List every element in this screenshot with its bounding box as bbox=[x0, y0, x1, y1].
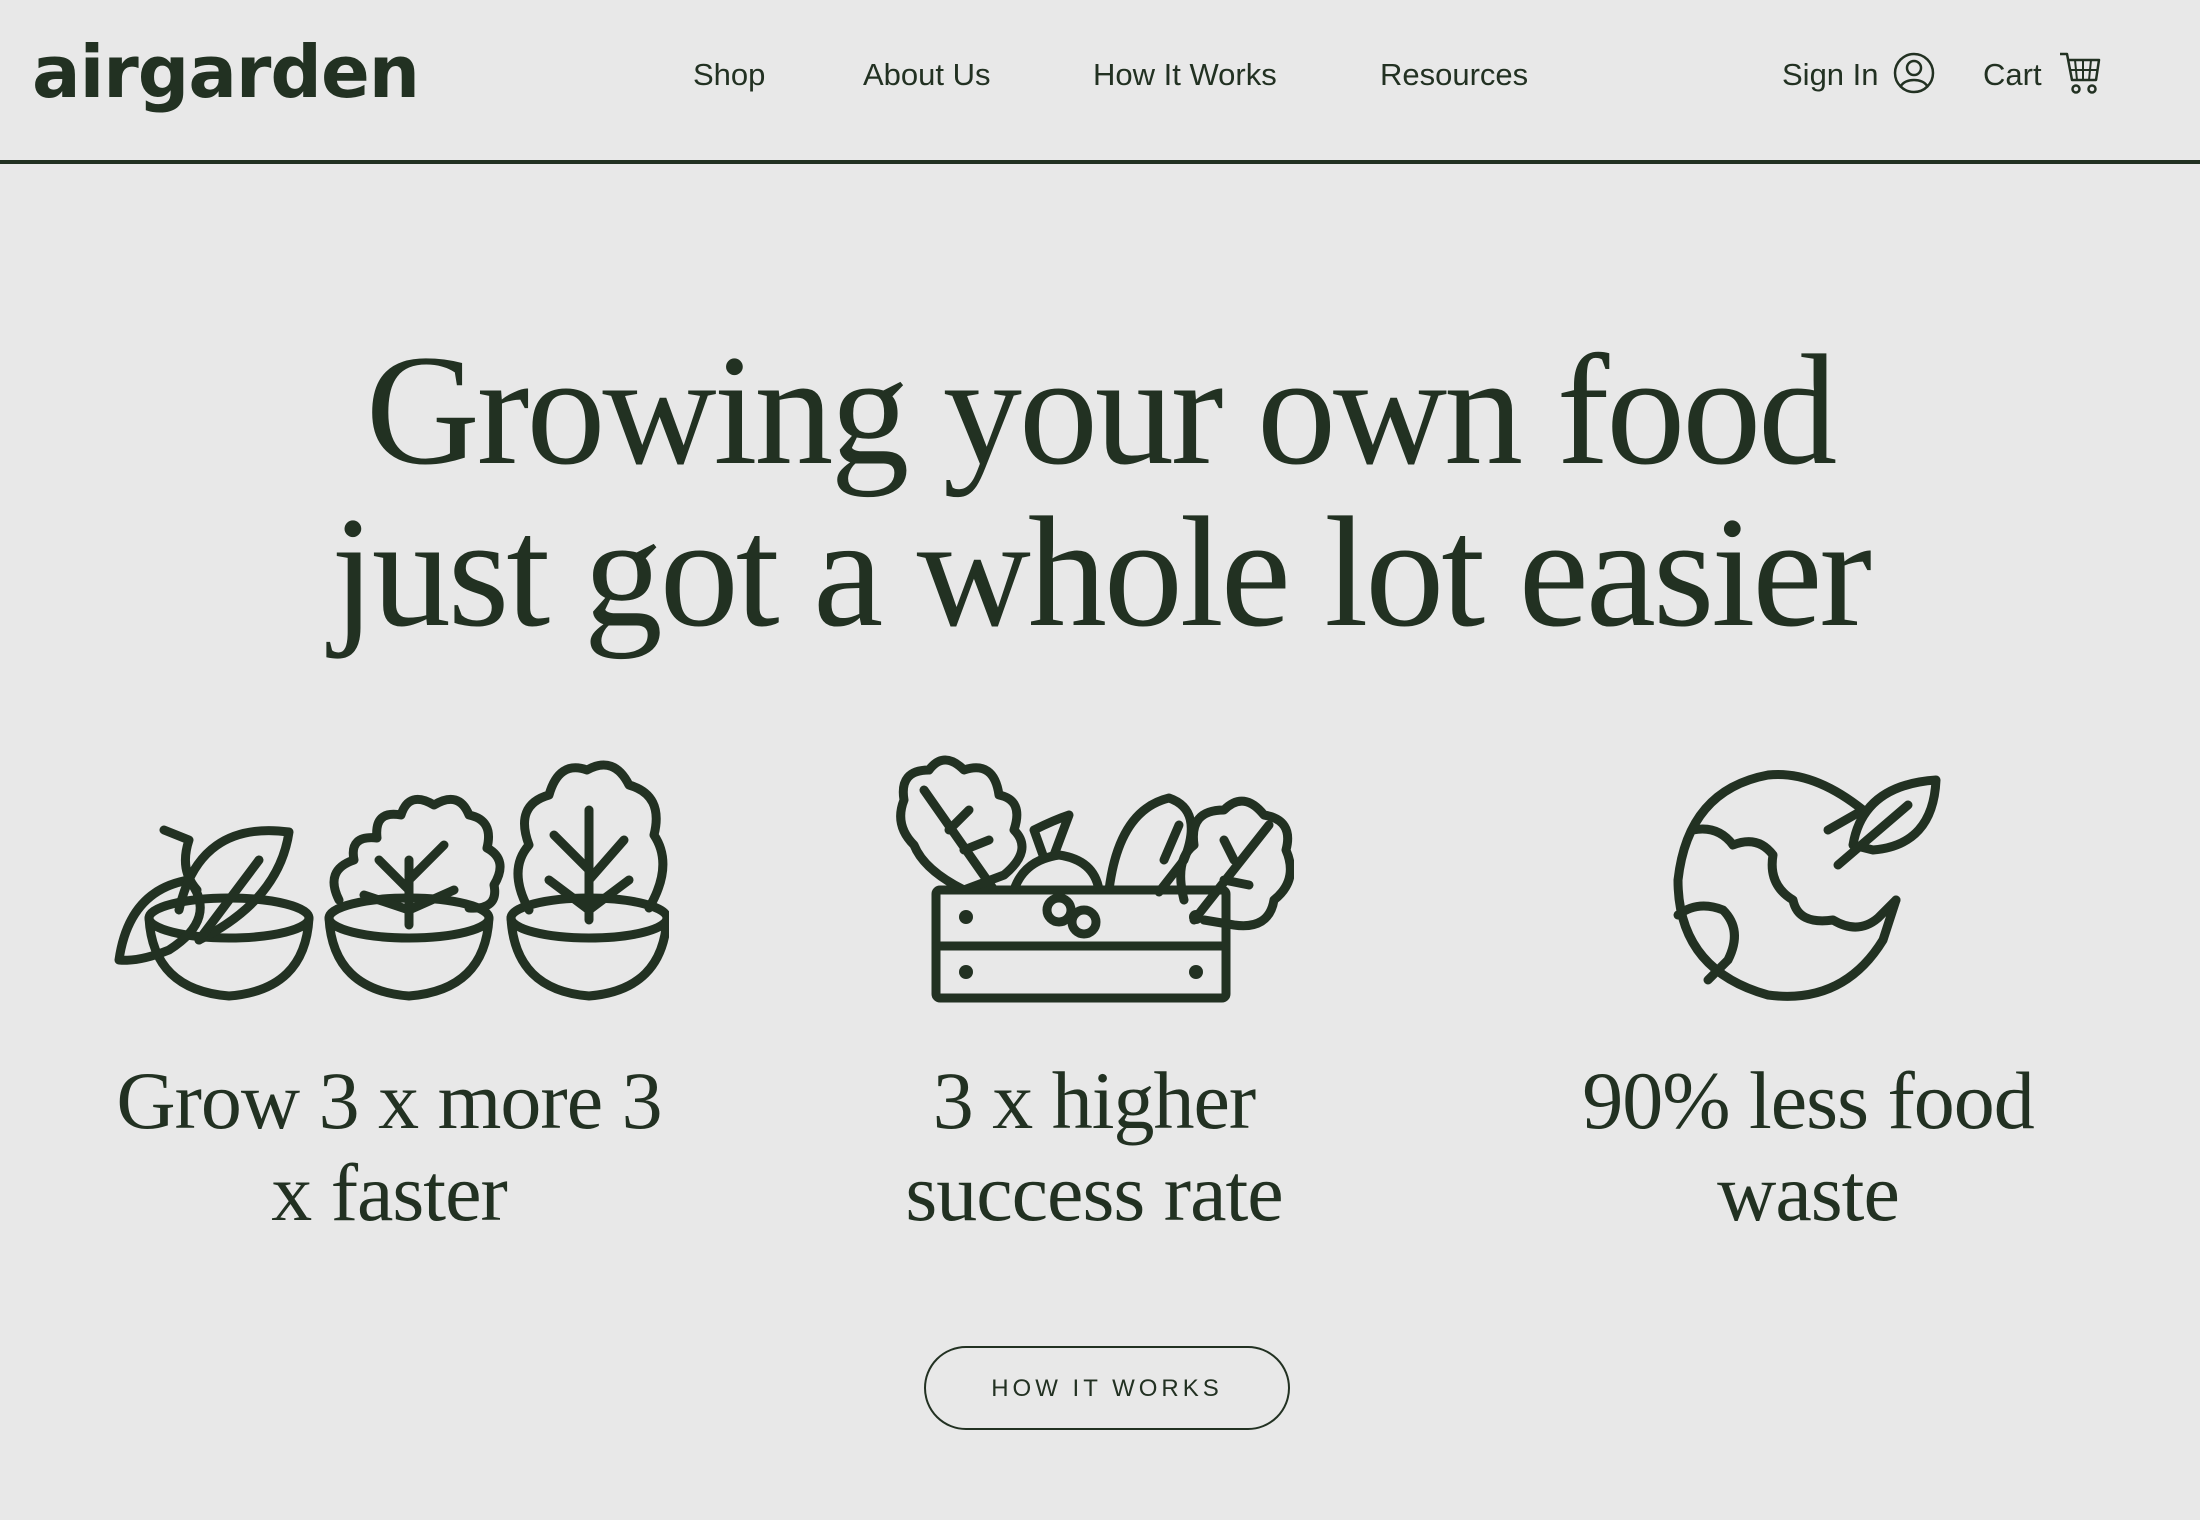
feature-success-rate: 3 x higher success rate bbox=[794, 750, 1394, 1238]
nav-item-shop[interactable]: Shop bbox=[693, 55, 765, 95]
hero-title-line-1: Growing your own food bbox=[365, 323, 1838, 498]
nav-item-resources[interactable]: Resources bbox=[1380, 55, 1528, 95]
feature-grow-more-line-2: x faster bbox=[271, 1147, 508, 1238]
user-circle-icon[interactable] bbox=[1893, 52, 1935, 99]
how-it-works-button[interactable]: HOW IT WORKS bbox=[924, 1346, 1290, 1430]
feature-success-rate-text: 3 x higher success rate bbox=[794, 1055, 1394, 1239]
feature-less-waste-text: 90% less food waste bbox=[1508, 1055, 2108, 1239]
feature-grow-more: Grow 3 x more 3 x faster bbox=[89, 750, 689, 1238]
potted-plants-icon bbox=[89, 750, 689, 1010]
hero-title-line-2: just got a whole lot easier bbox=[330, 485, 1872, 660]
feature-less-waste-line-1: 90% less food bbox=[1582, 1055, 2035, 1146]
feature-success-rate-line-1: 3 x higher bbox=[932, 1055, 1256, 1146]
feature-success-rate-line-2: success rate bbox=[905, 1147, 1283, 1238]
vegetable-crate-icon bbox=[794, 750, 1394, 1010]
cart-link[interactable]: Cart bbox=[1983, 55, 2042, 95]
earth-leaf-icon bbox=[1508, 750, 2108, 1010]
hero-title: Growing your own food just got a whole l… bbox=[0, 330, 2200, 654]
feature-less-waste-line-2: waste bbox=[1717, 1147, 1900, 1238]
feature-less-waste: 90% less food waste bbox=[1508, 750, 2108, 1238]
site-header: airgarden Shop About Us How It Works Res… bbox=[0, 0, 2200, 164]
shopping-cart-icon[interactable] bbox=[2058, 50, 2102, 101]
nav-item-how-it-works[interactable]: How It Works bbox=[1093, 55, 1277, 95]
feature-grow-more-line-1: Grow 3 x more 3 bbox=[116, 1055, 662, 1146]
feature-grow-more-text: Grow 3 x more 3 x faster bbox=[89, 1055, 689, 1239]
brand-logo[interactable]: airgarden bbox=[32, 22, 420, 122]
nav-item-about-us[interactable]: About Us bbox=[863, 55, 991, 95]
sign-in-link[interactable]: Sign In bbox=[1782, 55, 1879, 95]
